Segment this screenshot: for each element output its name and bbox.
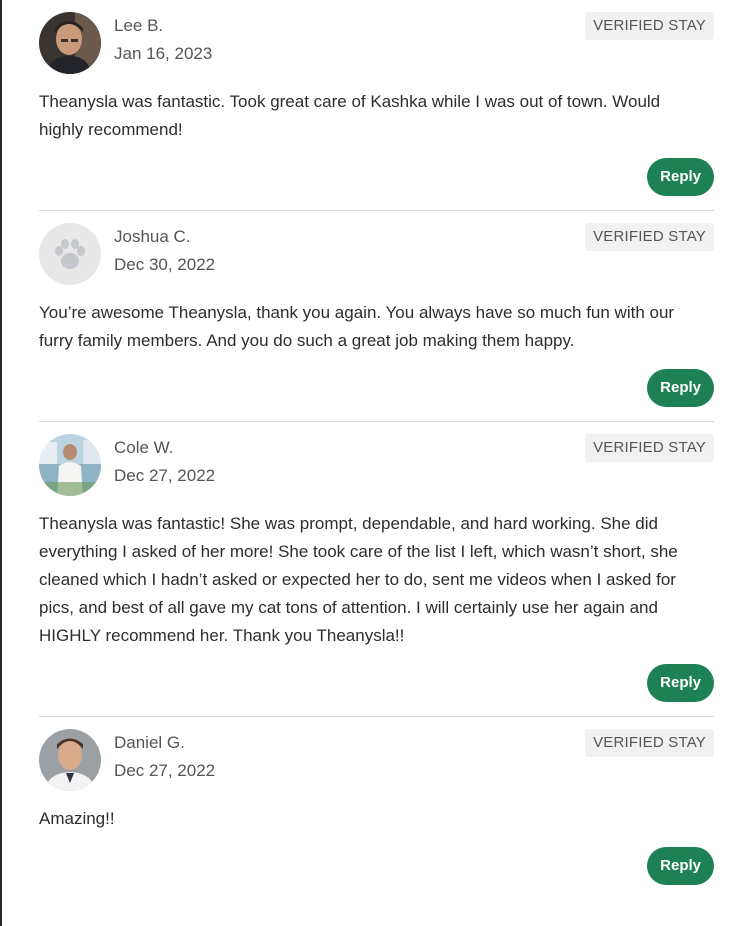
review-text-line: everything I asked of her more! She took… [39,542,678,561]
review-card: Lee B. Jan 16, 2023 VERIFIED STAY Theany… [39,0,714,211]
reviewer-name: Daniel G. [114,733,185,752]
review-text: Theanysla was fantastic. Took great care… [39,88,714,144]
review-text: Amazing!! [39,805,714,833]
review-actions: Reply [39,833,714,899]
avatar-photo-icon [39,434,101,496]
review-text-line: furry family members. And you do such a … [39,331,575,350]
verified-stay-badge: VERIFIED STAY [585,729,714,757]
review-text-line: Theanysla was fantastic. Took great care… [39,92,661,111]
review-date: Dec 27, 2022 [114,466,216,485]
review-header: Lee B. Jan 16, 2023 VERIFIED STAY [39,0,714,74]
avatar[interactable] [39,434,101,496]
review-text-line: HIGHLY recommend her. Thank you Theanysl… [39,626,405,645]
review-header: Cole W. Dec 27, 2022 VERIFIED STAY [39,422,714,496]
review-text-line: Theanysla was fantastic! She was prompt,… [39,514,658,533]
review-card: Daniel G. Dec 27, 2022 VERIFIED STAY Ama… [39,717,714,899]
review-text-line: Amazing!! [39,809,115,828]
avatar[interactable] [39,223,101,285]
window-edge [0,0,2,926]
reviewer-name: Joshua C. [114,227,191,246]
review-actions: Reply [39,355,714,421]
reviewer-name: Cole W. [114,438,174,457]
review-card: Joshua C. Dec 30, 2022 VERIFIED STAY You… [39,211,714,422]
review-card: Cole W. Dec 27, 2022 VERIFIED STAY Thean… [39,422,714,717]
paw-icon [39,223,101,285]
verified-stay-badge: VERIFIED STAY [585,12,714,40]
review-text-line: You’re awesome Theanysla, thank you agai… [39,303,675,322]
reply-button[interactable]: Reply [647,664,714,702]
review-date: Jan 16, 2023 [114,44,213,63]
review-header: Daniel G. Dec 27, 2022 VERIFIED STAY [39,717,714,791]
review-actions: Reply [39,144,714,210]
reviews-list: Lee B. Jan 16, 2023 VERIFIED STAY Theany… [39,0,714,899]
review-header: Joshua C. Dec 30, 2022 VERIFIED STAY [39,211,714,285]
reply-button[interactable]: Reply [647,158,714,196]
avatar[interactable] [39,729,101,791]
review-text-line: cleaned which I hadn’t asked or expected… [39,570,676,589]
reply-button[interactable]: Reply [647,847,714,885]
avatar[interactable] [39,12,101,74]
review-date: Dec 30, 2022 [114,255,216,274]
avatar-photo-icon [39,12,101,74]
verified-stay-badge: VERIFIED STAY [585,223,714,251]
review-text: You’re awesome Theanysla, thank you agai… [39,299,714,355]
review-text-line: highly recommend! [39,120,183,139]
review-text: Theanysla was fantastic! She was prompt,… [39,510,714,650]
reviewer-name: Lee B. [114,16,164,35]
reply-button[interactable]: Reply [647,369,714,407]
review-text-line: pics, and best of all gave my cat tons o… [39,598,658,617]
verified-stay-badge: VERIFIED STAY [585,434,714,462]
avatar-photo-icon [39,729,101,791]
review-date: Dec 27, 2022 [114,761,216,780]
review-actions: Reply [39,650,714,716]
